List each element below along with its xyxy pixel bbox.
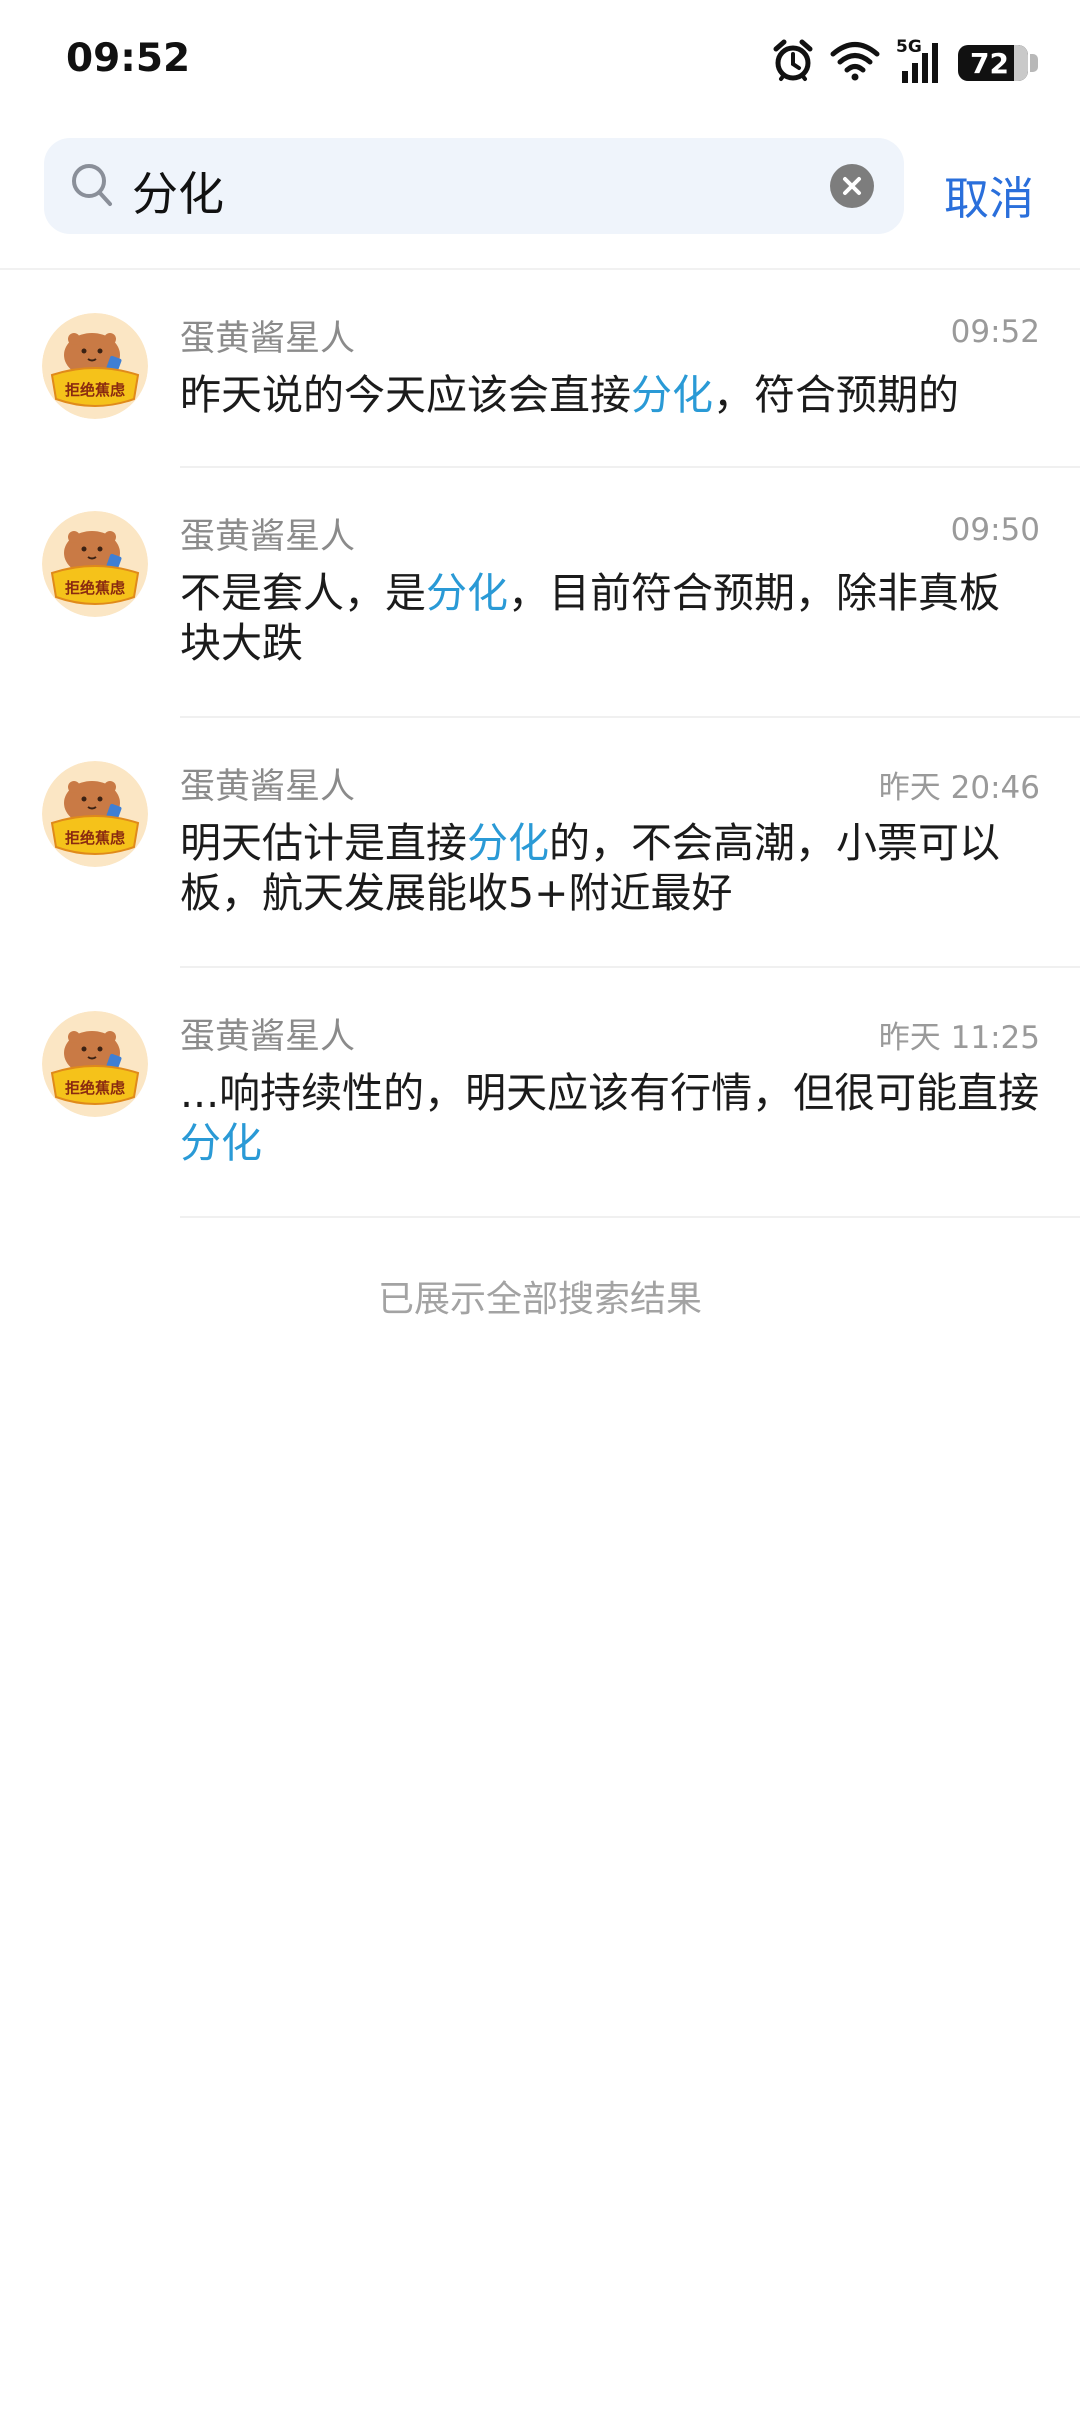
keyword-highlight: 分化 xyxy=(426,569,508,617)
status-icons: 5G 72 xyxy=(772,37,1038,88)
signal-icon: 5G xyxy=(896,37,942,85)
cancel-button[interactable]: 取消 xyxy=(944,162,1034,227)
end-of-results-note: 已展示全部搜索结果 xyxy=(377,1279,702,1320)
svg-text:拒绝蕉虑: 拒绝蕉虑 xyxy=(65,381,125,399)
alarm-icon xyxy=(772,39,814,87)
sender-name: 蛋黄酱星人 xyxy=(180,319,356,359)
svg-text:拒绝蕉虑: 拒绝蕉虑 xyxy=(65,829,125,847)
message-time: 昨天 20:46 xyxy=(878,770,1040,806)
search-icon xyxy=(70,162,114,212)
sender-name: 蛋黄酱星人 xyxy=(180,1017,356,1057)
status-bar: 09:52 5G 72 xyxy=(0,0,1080,120)
svg-text:拒绝蕉虑: 拒绝蕉虑 xyxy=(65,579,125,597)
keyword-highlight: 分化 xyxy=(180,1119,262,1167)
message-snippet: 明天估计是直接分化的，不会高潮，小票可以板，航天发展能收5+附近最好 xyxy=(180,819,1000,917)
avatar-image: 拒绝蕉虑 xyxy=(42,761,148,867)
battery-level: 72 xyxy=(970,46,1009,80)
battery-icon: 72 xyxy=(958,45,1038,81)
sender-name: 蛋黄酱星人 xyxy=(180,517,356,557)
wifi-icon xyxy=(830,41,880,85)
search-input[interactable]: 分化 xyxy=(44,138,904,234)
message-time: 09:50 xyxy=(950,512,1040,548)
result-item[interactable]: 拒绝蕉虑 蛋黄酱星人 09:52 昨天说的今天应该会直接分化，符合预期的 xyxy=(0,270,1080,468)
result-item[interactable]: 拒绝蕉虑 蛋黄酱星人 09:50 不是套人，是分化，目前符合预期，除非真板块大跌 xyxy=(0,468,1080,718)
avatar[interactable]: 拒绝蕉虑 xyxy=(42,761,148,867)
message-time: 09:52 xyxy=(950,314,1040,350)
avatar-image: 拒绝蕉虑 xyxy=(42,511,148,617)
result-item[interactable]: 拒绝蕉虑 蛋黄酱星人 昨天 20:46 明天估计是直接分化的，不会高潮，小票可以… xyxy=(0,718,1080,968)
status-time: 09:52 xyxy=(66,36,191,81)
avatar[interactable]: 拒绝蕉虑 xyxy=(42,1011,148,1117)
sender-name: 蛋黄酱星人 xyxy=(180,767,356,807)
message-snippet: ...响持续性的，明天应该有行情，但很可能直接分化 xyxy=(180,1069,1040,1167)
avatar-image: 拒绝蕉虑 xyxy=(42,1011,148,1117)
keyword-highlight: 分化 xyxy=(631,371,713,419)
avatar-image: 拒绝蕉虑 xyxy=(42,313,148,419)
message-snippet: 不是套人，是分化，目前符合预期，除非真板块大跌 xyxy=(180,569,1000,667)
search-header: 分化 取消 xyxy=(0,138,1080,238)
divider xyxy=(180,1216,1080,1218)
keyword-highlight: 分化 xyxy=(467,819,549,867)
clear-search-button[interactable] xyxy=(830,164,874,208)
result-item[interactable]: 拒绝蕉虑 蛋黄酱星人 昨天 11:25 ...响持续性的，明天应该有行情，但很可… xyxy=(0,968,1080,1218)
close-icon xyxy=(843,177,861,195)
message-snippet: 昨天说的今天应该会直接分化，符合预期的 xyxy=(180,371,959,419)
avatar[interactable]: 拒绝蕉虑 xyxy=(42,511,148,617)
avatar[interactable]: 拒绝蕉虑 xyxy=(42,313,148,419)
message-time: 昨天 11:25 xyxy=(878,1020,1040,1056)
svg-text:拒绝蕉虑: 拒绝蕉虑 xyxy=(65,1079,125,1097)
search-query[interactable]: 分化 xyxy=(132,158,224,224)
